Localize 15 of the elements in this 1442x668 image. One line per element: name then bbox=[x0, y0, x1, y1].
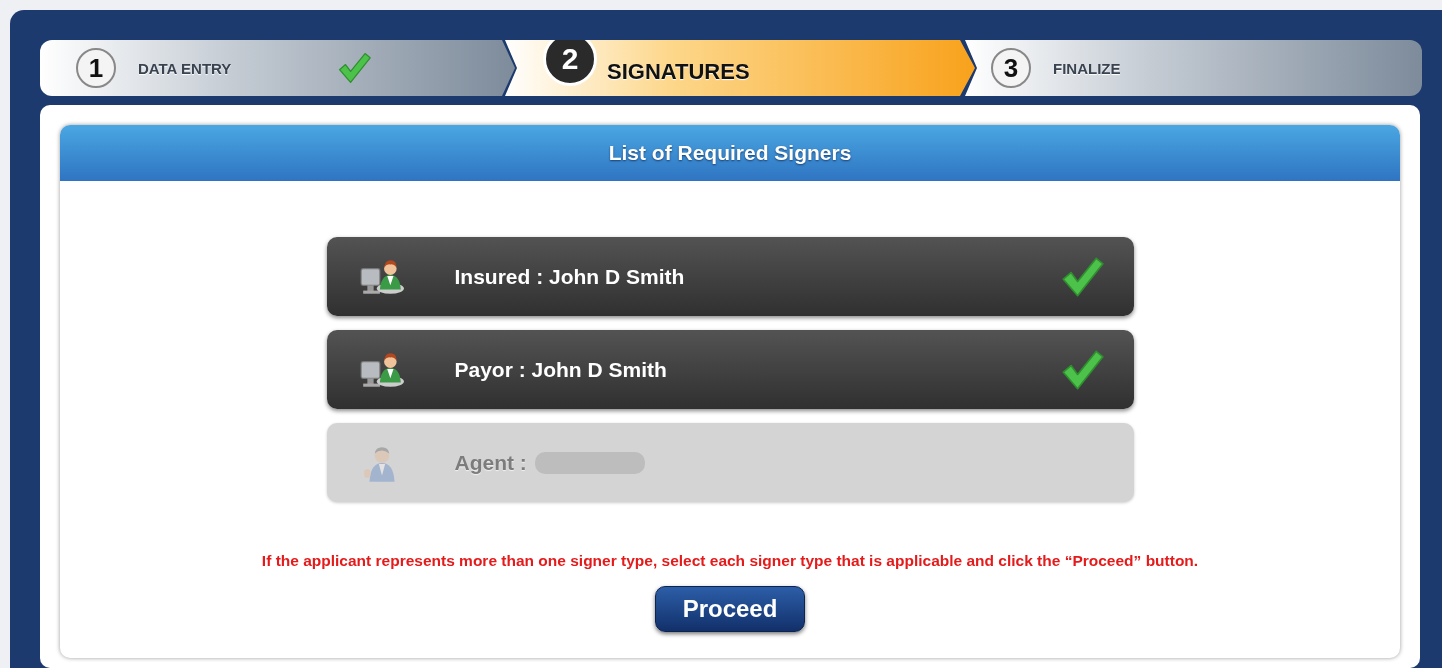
user-computer-icon bbox=[358, 350, 405, 389]
signer-label: Insured : John D Smith bbox=[454, 264, 685, 289]
panel-title: List of Required Signers bbox=[608, 141, 852, 165]
signer-row[interactable]: Insured : John D Smith bbox=[326, 237, 1134, 316]
step-number: 3 bbox=[991, 48, 1031, 88]
proceed-button[interactable]: Proceed bbox=[654, 586, 806, 632]
signer-label: Payor : John D Smith bbox=[454, 357, 667, 382]
step-number: 1 bbox=[76, 48, 116, 88]
instruction-text: If the applicant represents more than one signer type, select each signer type that is applicable and click the “Proceed” button. bbox=[261, 552, 1199, 570]
step-label: FINALIZE bbox=[1053, 59, 1121, 77]
signer-row[interactable]: Payor : John D Smith bbox=[326, 330, 1134, 409]
user-computer-icon bbox=[358, 257, 405, 296]
step-label: DATA ENTRY bbox=[138, 59, 232, 77]
step-label: SIGNATURES bbox=[607, 59, 750, 85]
signer-label: Agent : bbox=[454, 450, 527, 475]
